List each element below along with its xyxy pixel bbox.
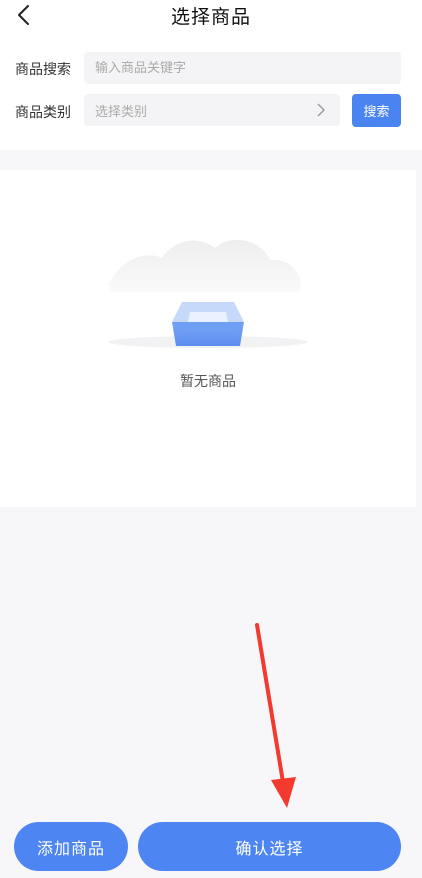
chevron-right-icon — [317, 103, 325, 117]
empty-state-text: 暂无商品 — [180, 374, 236, 390]
category-placeholder: 选择类别 — [95, 104, 148, 120]
search-label: 商品搜索 — [15, 62, 71, 78]
page-title: 选择商品 — [170, 6, 251, 28]
empty-box-icon — [108, 239, 308, 348]
confirm-selection-button[interactable]: 确认选择 — [138, 822, 401, 871]
add-product-button[interactable]: 添加商品 — [14, 822, 128, 871]
category-select[interactable]: 选择类别 — [84, 94, 340, 126]
empty-state-card: 暂无商品 — [0, 170, 416, 507]
search-button[interactable]: 搜索 — [352, 94, 401, 127]
search-field[interactable] — [84, 52, 401, 84]
category-label: 商品类别 — [15, 105, 71, 121]
header-panel: 选择商品 商品搜索 商品类别 选择类别 搜索 — [0, 0, 422, 150]
search-input[interactable] — [95, 60, 401, 76]
